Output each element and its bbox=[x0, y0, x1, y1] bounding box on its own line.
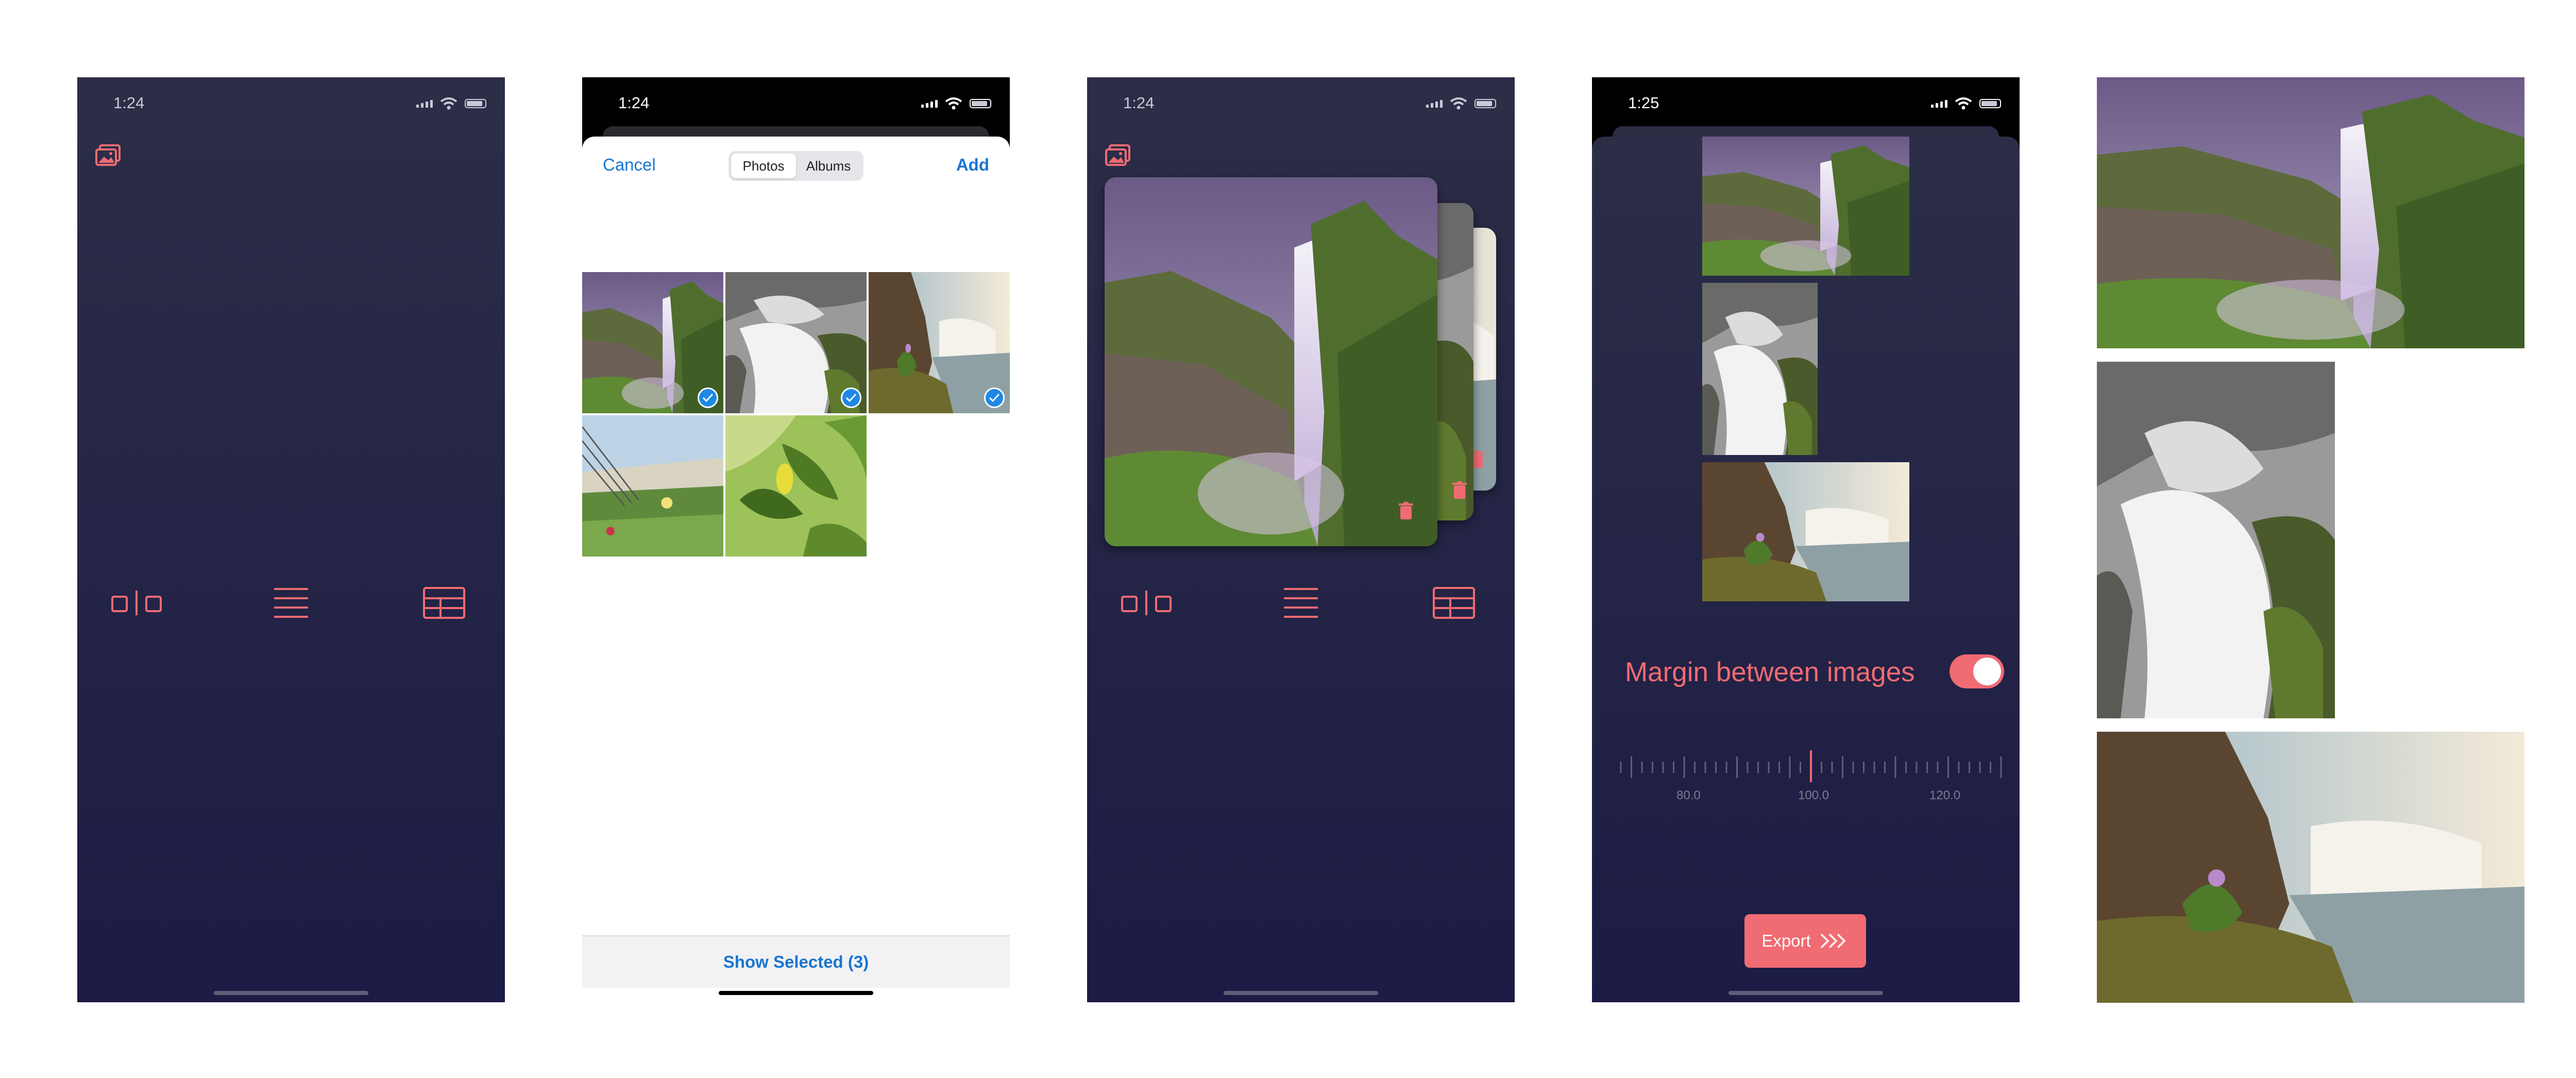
phone-screen-export-editor: 1:25 Margin between images 80.0 100.0 12… bbox=[1592, 77, 2020, 1002]
side-by-side-layout-icon bbox=[111, 591, 162, 615]
battery-icon bbox=[1979, 99, 2001, 108]
preview-image-2 bbox=[1702, 283, 1818, 455]
cancel-button[interactable]: Cancel bbox=[603, 155, 656, 175]
battery-icon bbox=[465, 99, 486, 108]
battery-icon bbox=[970, 99, 991, 108]
trash-icon[interactable] bbox=[1452, 481, 1467, 500]
toggle-knob bbox=[1973, 658, 2001, 685]
photo-thumbnail-waterfall-rocks-bw[interactable] bbox=[725, 272, 867, 413]
home-indicator bbox=[214, 991, 368, 995]
side-by-side-layout-button[interactable] bbox=[107, 580, 169, 626]
export-button[interactable]: Export bbox=[1744, 914, 1866, 968]
selected-check-icon bbox=[698, 388, 718, 408]
wifi-icon bbox=[440, 97, 457, 110]
margin-between-images-label: Margin between images bbox=[1625, 657, 1915, 687]
grid-layout-button[interactable] bbox=[413, 580, 475, 626]
status-time: 1:24 bbox=[1123, 94, 1155, 112]
show-selected-button[interactable]: Show Selected (3) bbox=[582, 935, 1010, 988]
segment-albums[interactable]: Albums bbox=[796, 154, 861, 178]
list-layout-icon bbox=[1284, 588, 1318, 618]
photo-picker-sheet: Cancel Photos Albums Add bbox=[582, 137, 1010, 1002]
status-bar: 1:24 bbox=[1087, 93, 1515, 119]
side-by-side-layout-button[interactable] bbox=[1117, 580, 1179, 626]
grid-layout-button[interactable] bbox=[1423, 580, 1485, 626]
exported-image-3 bbox=[2097, 732, 2524, 1003]
battery-icon bbox=[1475, 99, 1496, 108]
status-time: 1:24 bbox=[618, 94, 650, 112]
carousel-card-1[interactable] bbox=[1105, 177, 1437, 546]
cellular-signal-icon bbox=[1426, 99, 1443, 108]
exported-image-2 bbox=[2097, 362, 2335, 718]
status-bar: 1:24 bbox=[582, 93, 1010, 119]
ruler-label-100: 100.0 bbox=[1798, 788, 1829, 802]
status-time: 1:25 bbox=[1628, 94, 1659, 112]
cellular-signal-icon bbox=[1931, 99, 1947, 108]
wifi-icon bbox=[1955, 97, 1972, 110]
phone-screen-empty: 1:24 bbox=[77, 77, 505, 1002]
home-indicator bbox=[1224, 991, 1378, 995]
gallery-icon[interactable] bbox=[95, 143, 122, 167]
grid-layout-icon bbox=[1433, 587, 1475, 619]
cellular-signal-icon bbox=[416, 99, 433, 108]
trash-icon[interactable] bbox=[1398, 502, 1414, 520]
phone-screen-photo-picker: 1:24 Cancel Photos Albums Add Show Selec… bbox=[582, 77, 1010, 1002]
photo-thumbnail-waterfall-canyon[interactable] bbox=[582, 272, 723, 413]
phone-screen-image-carousel: 1:24 bbox=[1087, 77, 1515, 1002]
status-bar: 1:25 bbox=[1592, 93, 2020, 119]
margin-toggle[interactable] bbox=[1950, 654, 2004, 688]
home-indicator bbox=[719, 991, 873, 995]
photo-thumbnail-beach-grass[interactable] bbox=[582, 415, 723, 557]
margin-size-ruler[interactable] bbox=[1618, 746, 2004, 787]
ruler-label-80: 80.0 bbox=[1676, 788, 1701, 802]
status-time: 1:24 bbox=[113, 94, 145, 112]
wifi-icon bbox=[945, 97, 962, 110]
wifi-icon bbox=[1450, 97, 1467, 110]
status-bar: 1:24 bbox=[77, 93, 505, 119]
list-layout-button[interactable] bbox=[260, 580, 322, 626]
side-by-side-layout-icon bbox=[1121, 591, 1172, 615]
ruler-label-120: 120.0 bbox=[1929, 788, 1961, 802]
gallery-icon[interactable] bbox=[1105, 143, 1131, 167]
exported-image-1 bbox=[2097, 77, 2524, 348]
preview-image-1 bbox=[1702, 137, 1909, 276]
add-button[interactable]: Add bbox=[956, 155, 989, 175]
selected-check-icon bbox=[984, 388, 1005, 408]
photo-thumbnail-lemon-tree[interactable] bbox=[725, 415, 867, 557]
home-indicator bbox=[1728, 991, 1883, 995]
selected-check-icon bbox=[841, 388, 861, 408]
export-editor-sheet bbox=[1592, 137, 2020, 1002]
segment-photos[interactable]: Photos bbox=[731, 154, 796, 178]
cellular-signal-icon bbox=[921, 99, 938, 108]
chevrons-right-icon bbox=[1820, 933, 1846, 949]
photos-albums-segmented-control: Photos Albums bbox=[728, 151, 863, 181]
preview-image-3 bbox=[1702, 462, 1909, 601]
grid-layout-icon bbox=[423, 587, 465, 619]
export-label: Export bbox=[1761, 931, 1811, 950]
list-layout-icon bbox=[274, 588, 308, 618]
photo-thumbnail-waterfall-coast[interactable] bbox=[869, 272, 1010, 413]
list-layout-button[interactable] bbox=[1270, 580, 1332, 626]
